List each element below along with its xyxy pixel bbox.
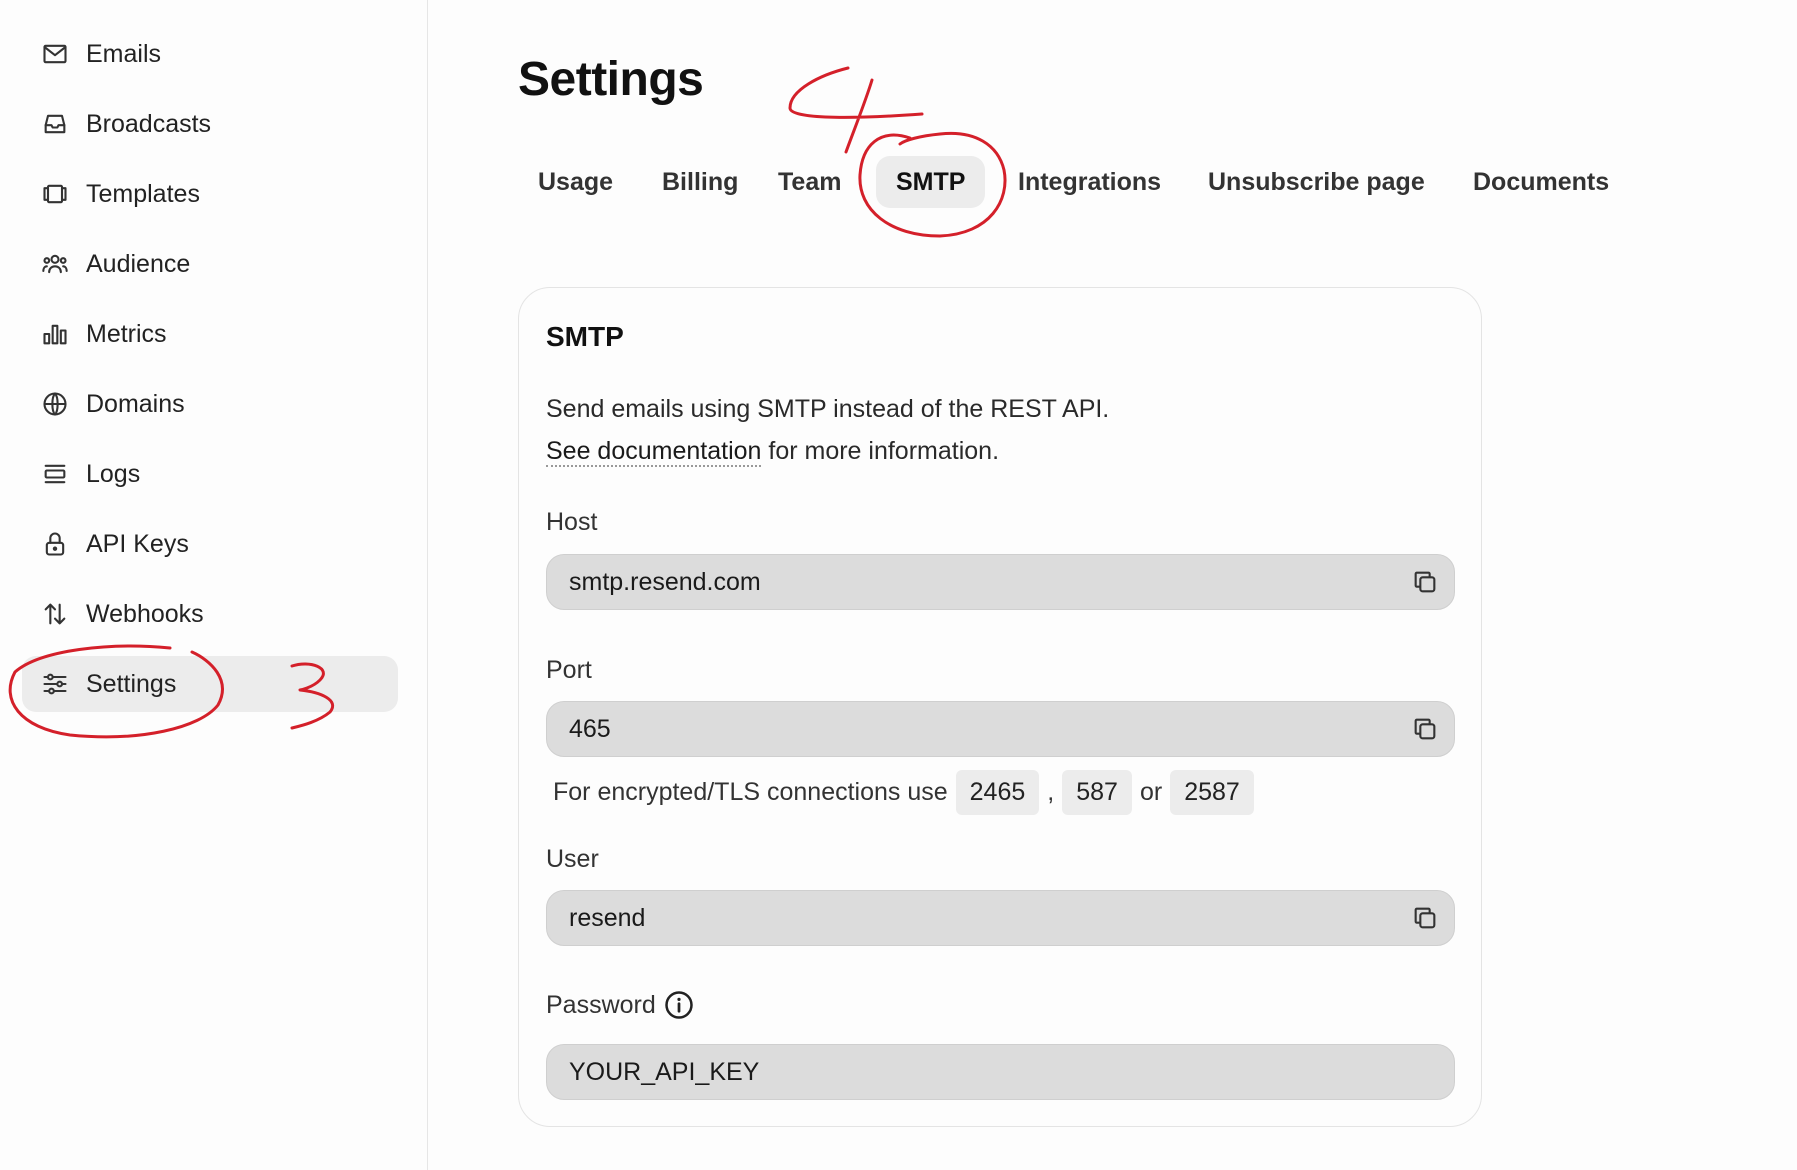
globe-icon [40, 389, 70, 419]
mail-icon [40, 39, 70, 69]
password-label-row: Password [546, 990, 694, 1020]
host-field[interactable]: smtp.resend.com [546, 554, 1455, 610]
lock-icon [40, 529, 70, 559]
sidebar-item-templates[interactable]: Templates [22, 166, 398, 222]
password-label: Password [546, 990, 656, 1019]
sliders-icon [40, 669, 70, 699]
annotation-number-4 [788, 66, 924, 154]
tls-note: For encrypted/TLS connections use 2465 ,… [553, 770, 1262, 815]
port-field[interactable]: 465 [546, 701, 1455, 757]
tab-smtp[interactable]: SMTP [876, 156, 986, 208]
sidebar-item-label: Logs [86, 459, 141, 488]
tls-separator: or [1139, 778, 1163, 806]
sidebar-item-domains[interactable]: Domains [22, 376, 398, 432]
page-title: Settings [518, 53, 704, 106]
doc-suffix: for more information. [761, 437, 1000, 465]
tls-port-chip: 587 [1062, 770, 1132, 815]
password-value: YOUR_API_KEY [569, 1057, 760, 1086]
sidebar-item-label: Emails [86, 39, 162, 68]
copy-icon[interactable] [1410, 714, 1440, 744]
description-text: Send emails using SMTP instead of the RE… [546, 395, 1110, 423]
info-icon[interactable] [664, 990, 694, 1020]
sidebar-item-label: Templates [86, 179, 200, 208]
port-value: 465 [569, 714, 611, 743]
tls-separator: , [1047, 778, 1055, 806]
bar-chart-icon [40, 319, 70, 349]
sidebar-item-label: API Keys [86, 529, 189, 558]
sidebar-item-label: Broadcasts [86, 109, 212, 138]
list-icon [40, 459, 70, 489]
sidebar-item-api-keys[interactable]: API Keys [22, 516, 398, 572]
users-icon [40, 249, 70, 279]
tls-prefix: For encrypted/TLS connections use [553, 778, 948, 806]
sidebar-item-logs[interactable]: Logs [22, 446, 398, 502]
sidebar-item-label: Domains [86, 389, 185, 418]
user-value: resend [569, 903, 646, 932]
sidebar-item-emails[interactable]: Emails [22, 26, 398, 82]
inbox-icon [40, 109, 70, 139]
copy-icon[interactable] [1410, 903, 1440, 933]
sidebar-item-metrics[interactable]: Metrics [22, 306, 398, 362]
user-field[interactable]: resend [546, 890, 1455, 946]
templates-icon [40, 179, 70, 209]
arrows-icon [40, 599, 70, 629]
host-label: Host [546, 508, 598, 536]
sidebar-item-settings[interactable]: Settings [22, 656, 398, 712]
sidebar-item-label: Settings [86, 669, 177, 698]
tls-port-chip: 2587 [1170, 770, 1254, 815]
documentation-link[interactable]: See documentation [546, 437, 762, 467]
copy-icon[interactable] [1410, 567, 1440, 597]
tab-documents[interactable]: Documents [1453, 156, 1629, 208]
sidebar-item-webhooks[interactable]: Webhooks [22, 586, 398, 642]
password-field[interactable]: YOUR_API_KEY [546, 1044, 1455, 1100]
tab-usage[interactable]: Usage [518, 156, 633, 208]
settings-page: Emails Broadcasts Templates Audience Met… [0, 0, 1797, 1170]
sidebar-item-label: Audience [86, 249, 191, 278]
sidebar-item-label: Metrics [86, 319, 167, 348]
tab-unsubscribe-page[interactable]: Unsubscribe page [1188, 156, 1445, 208]
sidebar-item-label: Webhooks [86, 599, 204, 628]
sidebar-item-broadcasts[interactable]: Broadcasts [22, 96, 398, 152]
tab-team[interactable]: Team [758, 156, 861, 208]
port-label: Port [546, 656, 592, 684]
tab-billing[interactable]: Billing [642, 156, 758, 208]
description-doc-line: See documentation for more information. [546, 430, 1109, 472]
sidebar-item-audience[interactable]: Audience [22, 236, 398, 292]
tls-port-chip: 2465 [955, 770, 1040, 815]
tab-integrations[interactable]: Integrations [998, 156, 1181, 208]
host-value: smtp.resend.com [569, 567, 761, 596]
user-label: User [546, 845, 599, 873]
smtp-description: Send emails using SMTP instead of the RE… [546, 388, 1109, 472]
sidebar: Emails Broadcasts Templates Audience Met… [0, 0, 428, 1170]
smtp-card-title: SMTP [546, 321, 624, 352]
smtp-card: SMTP Send emails using SMTP instead of t… [518, 287, 1482, 1127]
